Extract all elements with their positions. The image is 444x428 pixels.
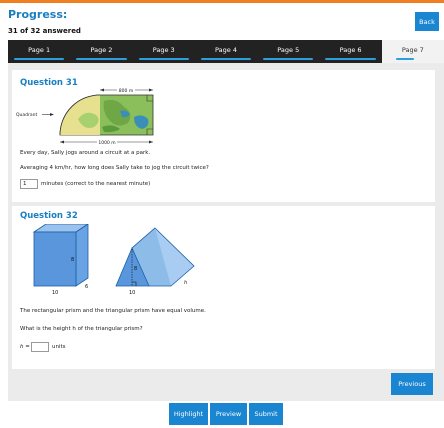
tab-page-7[interactable]: Page 7 xyxy=(381,40,444,63)
question-32-text-2: What is the height h of the triangular p… xyxy=(20,326,143,332)
bottom-length-label: 1000 m xyxy=(98,140,115,146)
tab-label: Page 6 xyxy=(339,46,362,54)
tab-progress-indicator xyxy=(325,58,376,60)
tab-label: Page 4 xyxy=(215,46,237,54)
top-accent-stripe xyxy=(0,0,444,3)
tab-label: Page 2 xyxy=(90,46,113,54)
tab-progress-indicator xyxy=(138,58,189,60)
tab-progress-indicator xyxy=(200,58,252,60)
triangle-length-label: h xyxy=(184,280,187,286)
page-tabs: Page 1 Page 2 Page 3 Page 4 Page 5 Page … xyxy=(8,40,444,63)
prism-width-label: 10 xyxy=(52,290,58,296)
question-32-answer-input[interactable] xyxy=(31,342,49,352)
progress-title: Progress: xyxy=(8,8,68,21)
tab-label: Page 1 xyxy=(28,46,51,54)
bottom-toolbar: Highlight Preview Submit xyxy=(169,403,283,425)
tab-progress-indicator xyxy=(76,58,127,60)
top-length-label: 800 m xyxy=(119,88,133,94)
question-31-text-2: Averaging 4 km/hr, how long does Sally t… xyxy=(20,165,209,171)
tab-page-5[interactable]: Page 5 xyxy=(257,40,319,63)
highlight-button[interactable]: Highlight xyxy=(169,403,208,425)
tab-progress-indicator xyxy=(14,58,65,60)
question-31-answer-unit: minutes (correct to the nearest minute) xyxy=(41,181,151,187)
tab-progress-indicator xyxy=(263,58,314,60)
preview-button[interactable]: Preview xyxy=(210,403,247,425)
tab-label: Page 3 xyxy=(152,46,175,54)
triangle-height-label: 8 xyxy=(134,266,137,272)
tab-page-3[interactable]: Page 3 xyxy=(133,40,195,63)
park-circuit-diagram: 800 m 1000 m Quadrant xyxy=(16,87,154,146)
answered-count: 31 of 32 answered xyxy=(8,27,81,35)
back-button[interactable]: Back xyxy=(415,12,439,31)
tab-label: Page 5 xyxy=(277,46,300,54)
question-32-title: Question 32 xyxy=(20,211,78,221)
previous-button[interactable]: Previous xyxy=(391,373,433,395)
question-32-text-1: The rectangular prism and the triangular… xyxy=(20,308,206,314)
question-32-answer-unit: units xyxy=(52,344,66,350)
question-32-panel: Question 32 8 6 10 8 10 h The rectangula… xyxy=(12,206,435,369)
tab-page-2[interactable]: Page 2 xyxy=(70,40,132,63)
question-31-answer-input[interactable]: 1 xyxy=(20,179,38,189)
question-32-answer-prefix: h = xyxy=(20,344,30,350)
tab-label: Page 7 xyxy=(401,46,424,54)
submit-button[interactable]: Submit xyxy=(249,403,283,425)
tab-page-4[interactable]: Page 4 xyxy=(195,40,257,63)
question-31-text-1: Every day, Sally jogs around a circuit a… xyxy=(20,150,151,156)
tab-page-1[interactable]: Page 1 xyxy=(8,40,70,63)
quadrant-label: Quadrant xyxy=(16,112,37,118)
question-31-panel: Question 31 800 m 1000 m Quadrant Every … xyxy=(12,70,435,202)
prism-depth-label: 6 xyxy=(85,284,88,290)
prisms-diagram: 8 6 10 8 10 h xyxy=(32,224,195,296)
triangle-base-label: 10 xyxy=(129,290,135,296)
tab-progress-indicator xyxy=(395,58,414,60)
prism-height-label: 8 xyxy=(71,257,74,263)
tab-page-6[interactable]: Page 6 xyxy=(319,40,381,63)
